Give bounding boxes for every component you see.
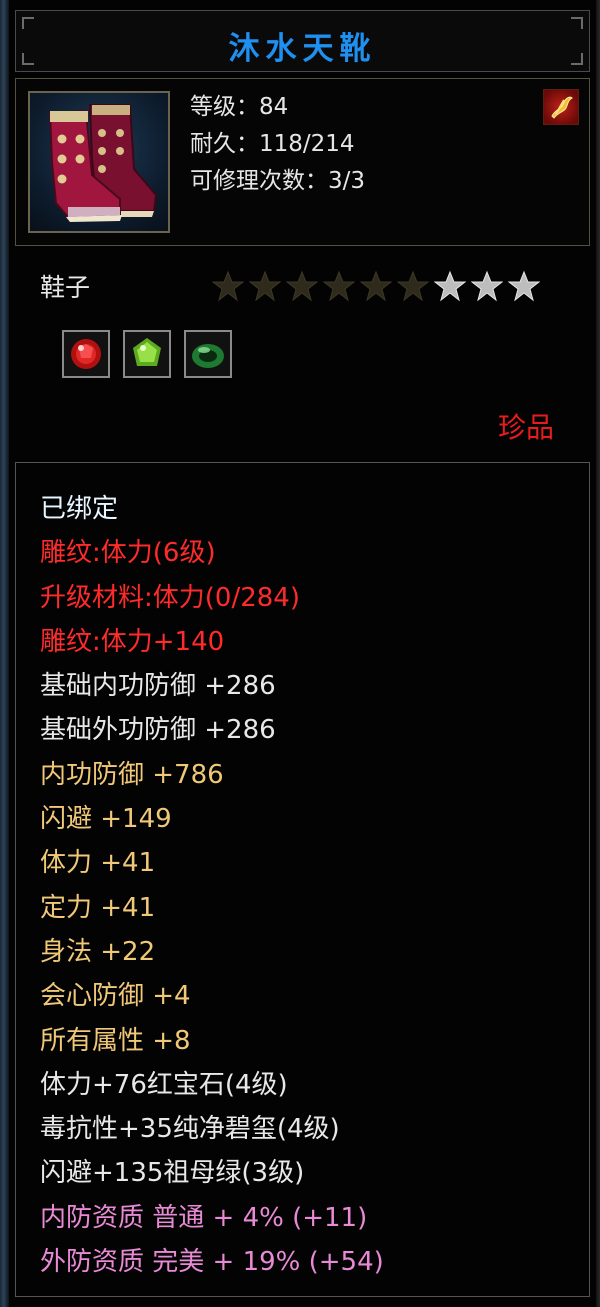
star-empty-icon: [323, 270, 355, 302]
star-empty-icon: [360, 270, 392, 302]
star-empty-icon: [212, 270, 244, 302]
star-empty-icon: [249, 270, 281, 302]
peridot-gem-icon[interactable]: [123, 330, 171, 378]
attribute-line: 会心防御 +4: [40, 981, 191, 1012]
star-rating: [212, 270, 540, 302]
attribute-line: 定力 +41: [40, 892, 156, 923]
item-type: 鞋子: [40, 273, 91, 302]
item-repair-count: 可修理次数：3/3: [190, 168, 366, 194]
attribute-line: 毒抗性+35纯净碧玺(4级): [40, 1114, 340, 1145]
attribute-line: 内功防御 +786: [40, 759, 224, 790]
star-lit-icon: [471, 270, 503, 302]
attribute-line: 身法 +22: [40, 936, 156, 967]
weapon-mark-icon: [543, 89, 579, 125]
attribute-line: 已绑定: [40, 494, 119, 524]
item-icon-frame[interactable]: [28, 91, 170, 233]
rarity-label: 珍品: [497, 411, 554, 444]
star-lit-icon: [508, 270, 540, 302]
ruby-gem-icon[interactable]: [62, 330, 110, 378]
left-border-decoration: [0, 0, 9, 1307]
attribute-line: 闪避+135祖母绿(3级): [40, 1158, 305, 1189]
item-durability: 耐久：118/214: [190, 131, 355, 157]
attribute-line: 内防资质 普通 + 4% (+11): [40, 1202, 368, 1233]
star-lit-icon: [434, 270, 466, 302]
gem-sockets: [62, 330, 232, 378]
jade-ring-gem-icon[interactable]: [184, 330, 232, 378]
attribute-line: 雕纹:体力+140: [40, 626, 225, 657]
attribute-line: 外防资质 完美 + 19% (+54): [40, 1247, 384, 1278]
attribute-line: 闪避 +149: [40, 804, 172, 835]
attribute-line: 升级材料:体力(0/284): [40, 582, 300, 613]
item-info-panel: 等级：84 耐久：118/214 可修理次数：3/3: [15, 78, 590, 246]
attribute-line: 所有属性 +8: [40, 1025, 191, 1056]
attribute-list: 已绑定雕纹:体力(6级) 升级材料:体力(0/284) 雕纹:体力+140 基础内功防…: [40, 487, 384, 1284]
right-border-decoration: [596, 0, 600, 1307]
attribute-line: 体力+76红宝石(4级): [40, 1069, 288, 1100]
attribute-line: 基础外功防御 +286: [40, 715, 276, 746]
attributes-panel: 已绑定雕纹:体力(6级) 升级材料:体力(0/284) 雕纹:体力+140 基础内功防…: [15, 462, 590, 1297]
boots-icon: [48, 104, 158, 222]
item-level: 等级：84: [190, 94, 289, 120]
title-bar: 沐水天靴: [15, 10, 590, 72]
item-name: 沐水天靴: [228, 31, 377, 67]
item-stats-summary: 等级：84 耐久：118/214 可修理次数：3/3: [190, 89, 365, 200]
star-empty-icon: [286, 270, 318, 302]
attribute-line: 基础内功防御 +286: [40, 671, 276, 702]
attribute-line: 雕纹:体力(6级): [40, 538, 216, 569]
item-tooltip: 沐水天靴 等级：84 耐久：118/214 可修理次数：3/3 鞋子 珍品 已绑…: [0, 0, 600, 1307]
star-empty-icon: [397, 270, 429, 302]
attribute-line: 体力 +41: [40, 848, 156, 879]
